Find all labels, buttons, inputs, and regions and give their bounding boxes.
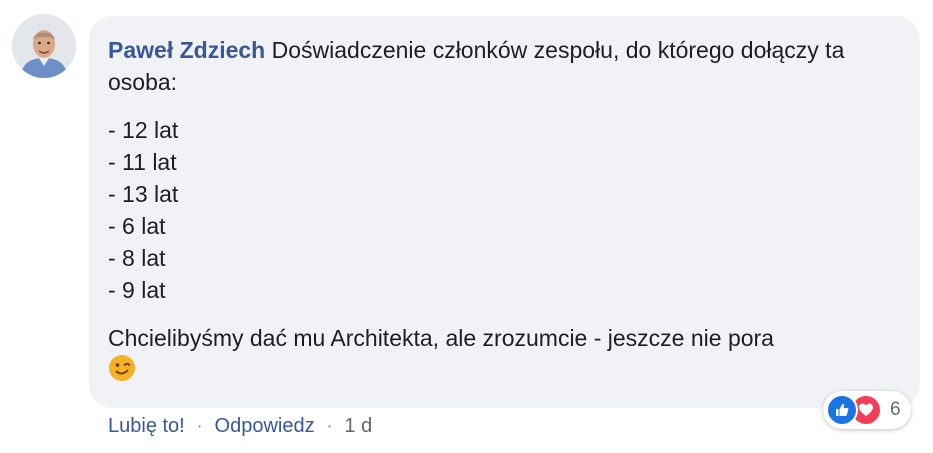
list-item: - 9 lat bbox=[108, 277, 166, 303]
list-item: - 6 lat bbox=[108, 213, 166, 239]
profile-photo bbox=[12, 14, 76, 78]
separator: · bbox=[196, 415, 203, 437]
comment-actions: Lubię to! · Odpowiedz · 1 d bbox=[108, 412, 372, 440]
list-item: - 8 lat bbox=[108, 245, 166, 271]
comment-closing-paragraph: Chcielibyśmy dać mu Architekta, ale zroz… bbox=[108, 322, 900, 390]
comment-closing-text: Chcielibyśmy dać mu Architekta, ale zroz… bbox=[108, 325, 774, 351]
separator: · bbox=[326, 415, 333, 437]
comment-intro-paragraph: Paweł Zdziech Doświadczenie członków zes… bbox=[108, 34, 900, 98]
wink-emoji-icon bbox=[108, 354, 136, 390]
like-icon bbox=[826, 394, 858, 426]
avatar[interactable] bbox=[12, 14, 76, 78]
experience-list: - 12 lat - 11 lat - 13 lat - 6 lat - 8 l… bbox=[108, 114, 900, 306]
author-name-link[interactable]: Paweł Zdziech bbox=[108, 37, 265, 63]
timestamp-link[interactable]: 1 d bbox=[344, 415, 372, 437]
like-button[interactable]: Lubię to! bbox=[108, 415, 185, 437]
list-item: - 11 lat bbox=[108, 149, 177, 175]
reply-button[interactable]: Odpowiedz bbox=[215, 415, 315, 437]
list-item: - 12 lat bbox=[108, 117, 179, 143]
reactions-summary[interactable]: 6 bbox=[823, 391, 911, 429]
list-item: - 13 lat bbox=[108, 181, 179, 207]
reaction-count: 6 bbox=[890, 399, 901, 420]
comment-bubble: Paweł Zdziech Doświadczenie członków zes… bbox=[89, 16, 920, 408]
